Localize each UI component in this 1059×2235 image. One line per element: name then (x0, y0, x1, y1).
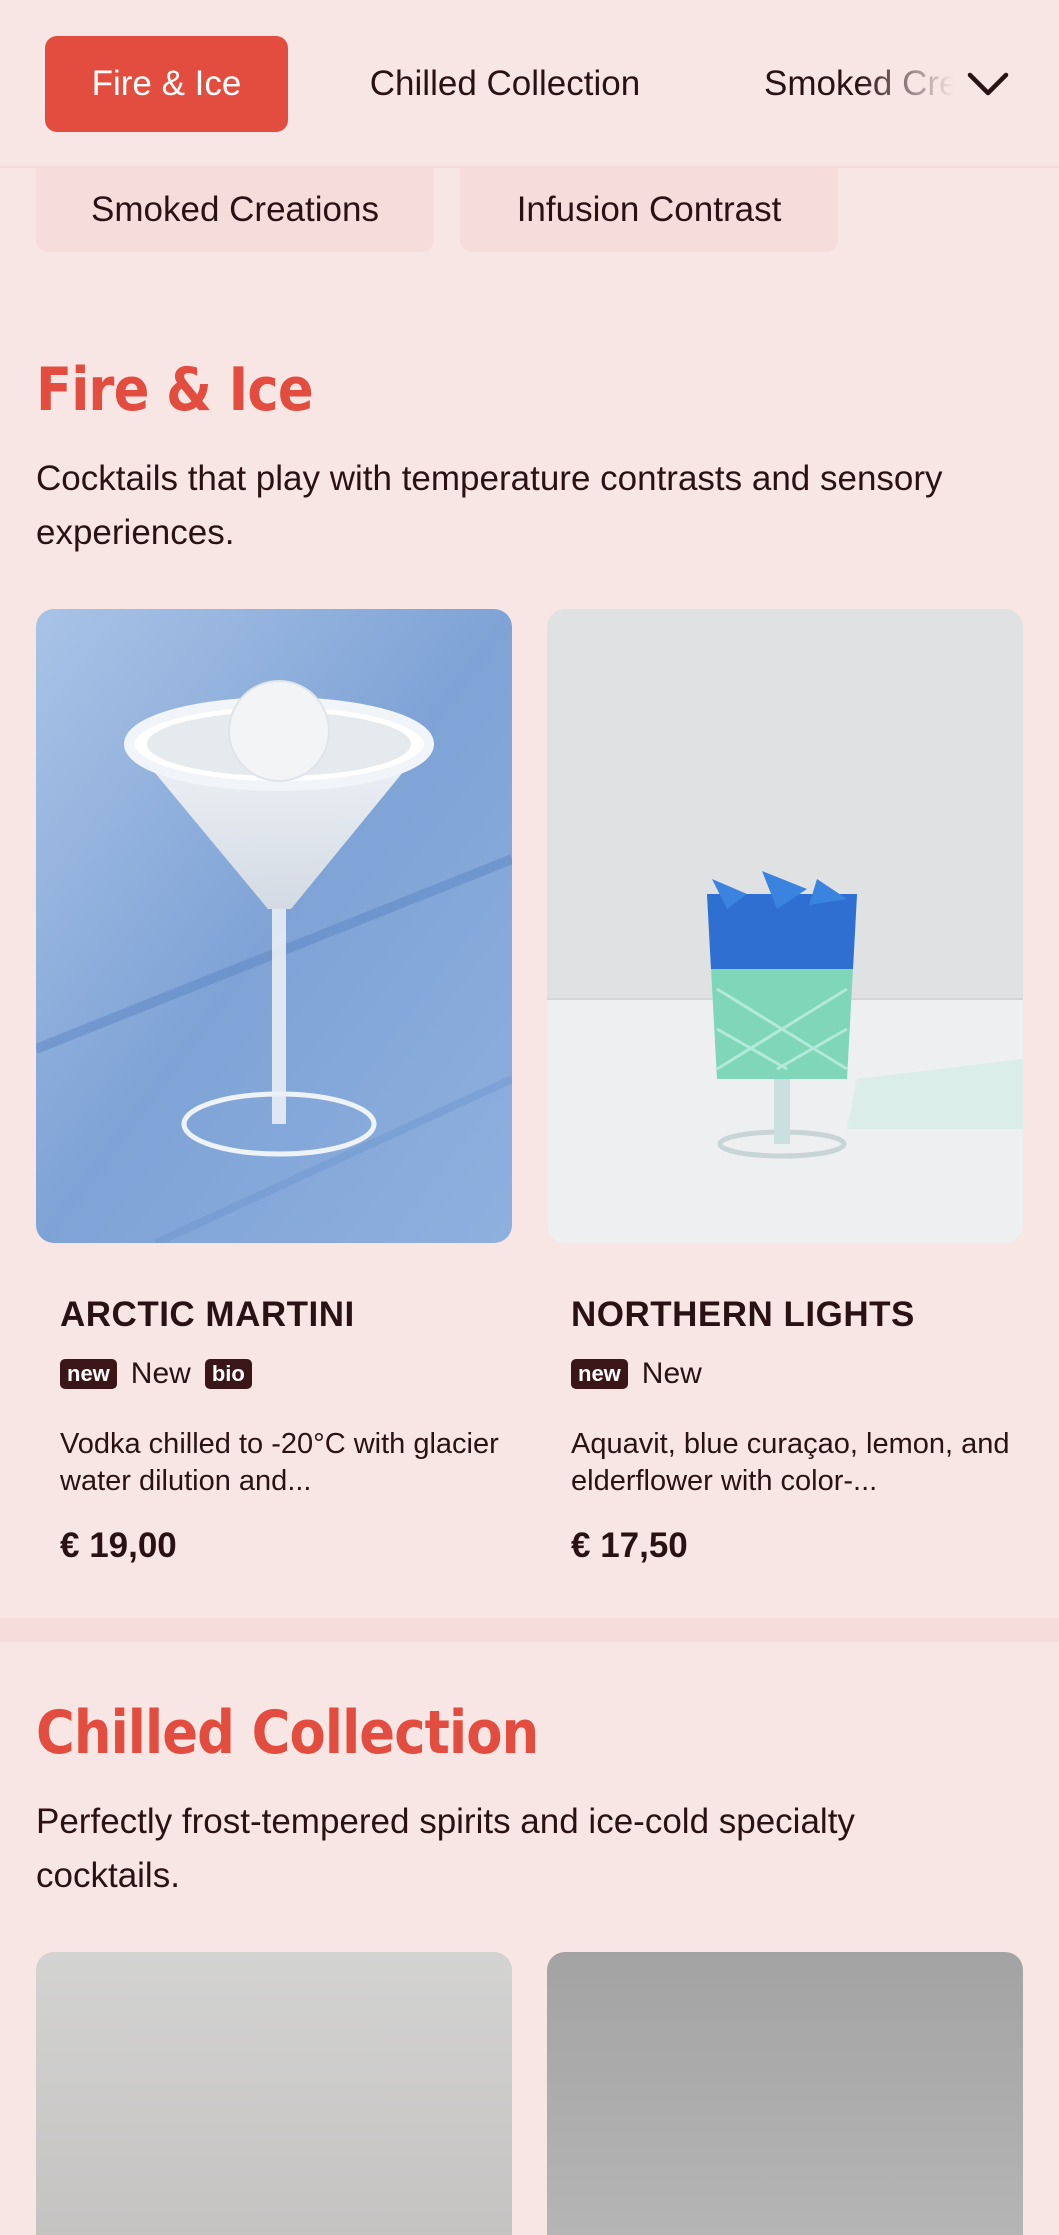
product-badges: new New (571, 1357, 702, 1391)
product-price: € 19,00 (60, 1526, 177, 1565)
section-description: Perfectly frost-tempered spirits and ice… (36, 1802, 855, 1895)
product-name[interactable]: ARCTIC MARTINI (60, 1295, 355, 1335)
product-image[interactable] (547, 1952, 1023, 2235)
menu-page: Fire & Ice Chilled Collection Smoked Cre… (0, 0, 1059, 2235)
category-nav: Fire & Ice Chilled Collection Smoked Cre… (0, 0, 1059, 168)
section-description: Cocktails that play with temperature con… (36, 459, 943, 552)
badge-label: New (130, 1357, 191, 1390)
badge-new: new (571, 1359, 628, 1389)
chip-smoked-creations[interactable]: Smoked Creations (36, 168, 434, 252)
badge-bio: bio (204, 1359, 252, 1389)
product-badges: new New bio (60, 1357, 252, 1391)
chevron-down-icon[interactable] (964, 60, 1012, 108)
section-divider (0, 1618, 1059, 1642)
section-title: Chilled Collection (36, 1698, 539, 1768)
section-title: Fire & Ice (36, 355, 314, 425)
badge-new: new (60, 1359, 117, 1389)
product-image-arctic-martini[interactable] (36, 609, 512, 1243)
badge-label: New (641, 1357, 702, 1390)
product-description: Vodka chilled to -20°C with glacier wate… (60, 1428, 499, 1497)
tab-smoked-creations[interactable]: Smoked Creations (744, 36, 954, 132)
product-image-northern-lights[interactable] (547, 609, 1023, 1243)
product-description: Aquavit, blue curaçao, lemon, and elderf… (571, 1428, 1010, 1497)
product-price: € 17,50 (571, 1526, 688, 1565)
tab-chilled-collection[interactable]: Chilled Collection (330, 36, 680, 132)
chip-infusion-contrast[interactable]: Infusion Contrast (460, 168, 838, 252)
product-image[interactable] (36, 1952, 512, 2235)
tab-fire-and-ice[interactable]: Fire & Ice (45, 36, 288, 132)
product-name[interactable]: NORTHERN LIGHTS (571, 1295, 915, 1335)
